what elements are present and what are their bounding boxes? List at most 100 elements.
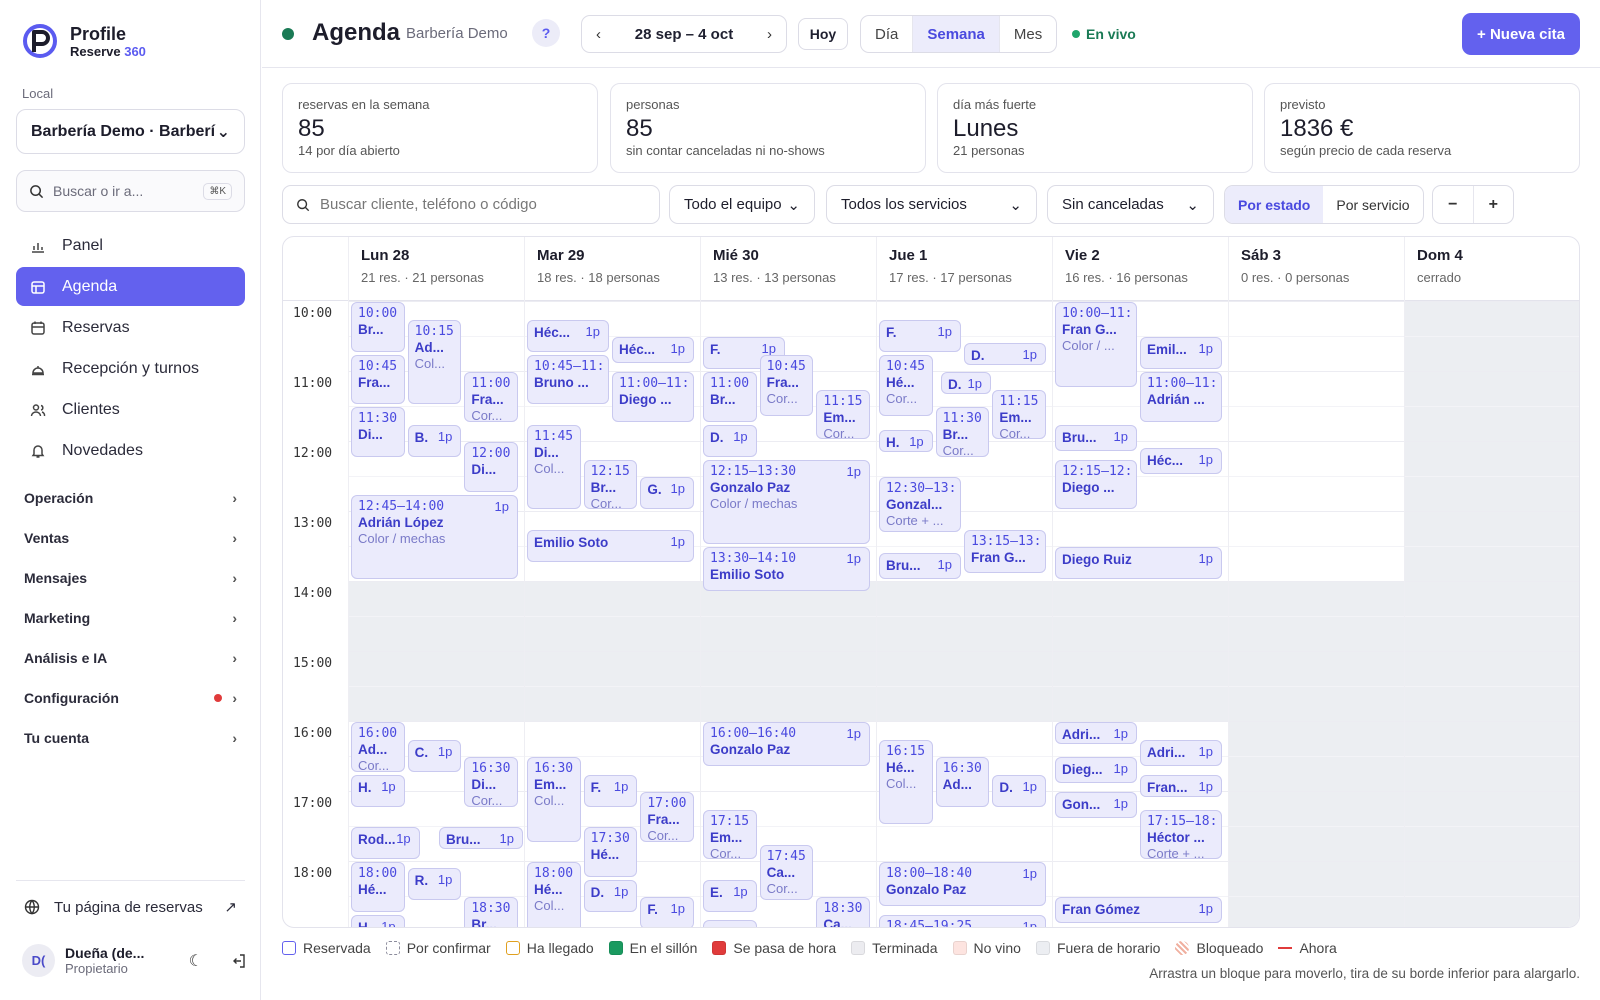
- appointment-block[interactable]: H. 1p: [351, 774, 405, 807]
- appointment-block[interactable]: R. 1p: [407, 867, 462, 900]
- appointment-block[interactable]: D. 1p: [992, 774, 1046, 807]
- group-mensajes[interactable]: Mensajes ›: [16, 558, 245, 598]
- day-header[interactable]: Mié 30 13 res. · 13 personas: [700, 237, 876, 301]
- appointment-block[interactable]: D. 1p: [703, 424, 757, 457]
- day-header[interactable]: Mar 29 18 res. · 18 personas: [524, 237, 700, 301]
- appointment-block[interactable]: 17:00 Fra... Cor...: [640, 792, 694, 842]
- appointment-block[interactable]: Adri... 1p: [1055, 722, 1137, 744]
- day-header[interactable]: Dom 4 cerrado: [1404, 237, 1579, 301]
- appointment-block[interactable]: 12:15 Br... Cor...: [583, 459, 638, 509]
- appointment-block[interactable]: F.1p: [583, 774, 638, 807]
- appointment-block[interactable]: 17:30 Hé...: [583, 827, 638, 877]
- by-status-button[interactable]: Por estado: [1225, 186, 1324, 223]
- appointment-block[interactable]: 16:00 Ad... Cor...: [351, 722, 405, 772]
- appointment-block[interactable]: 18:00 Hé... Col...: [527, 862, 581, 927]
- appointment-block[interactable]: Bru... 1p: [879, 552, 961, 579]
- appointment-block[interactable]: Gon... 1p: [1055, 792, 1137, 819]
- appointment-block[interactable]: Fran... 1p: [1140, 774, 1222, 797]
- appointment-block[interactable]: Fran Gómez 1p: [1055, 897, 1222, 924]
- sidebar-item-recepcion[interactable]: Recepción y turnos: [16, 349, 245, 388]
- appointment-block[interactable]: 10:45 Fra... Cor...: [759, 354, 814, 416]
- appointment-block[interactable]: F.1p: [640, 897, 694, 927]
- group-operacion[interactable]: Operación ›: [16, 478, 245, 518]
- appointment-block[interactable]: Emil... 1p: [1140, 337, 1222, 369]
- appointment-block[interactable]: Rod... 1p: [351, 827, 420, 859]
- zoom-out-button[interactable]: −: [1433, 186, 1474, 223]
- day-header[interactable]: Jue 1 17 res. · 17 personas: [876, 237, 1052, 301]
- group-configuracion[interactable]: Configuración ›: [16, 678, 245, 718]
- appointment-block[interactable]: D. 1p: [941, 372, 991, 394]
- appointment-block[interactable]: 11:15 Em... Cor...: [992, 389, 1046, 439]
- services-select[interactable]: Todos los servicios ⌄: [826, 185, 1037, 224]
- view-month[interactable]: Mes: [1000, 16, 1056, 52]
- appointment-block[interactable]: 16:30 Em... Col...: [527, 757, 581, 842]
- appointment-block[interactable]: 10:00 Br...: [351, 302, 405, 352]
- appointment-block[interactable]: Bru... 1p: [439, 827, 523, 849]
- zoom-in-button[interactable]: +: [1474, 186, 1514, 223]
- appointment-block[interactable]: 18:30 Br...: [464, 897, 518, 927]
- logout-icon[interactable]: [231, 953, 247, 969]
- appointment-block[interactable]: 12:15–13:30 Gonzalo Paz Color / mechas 1p: [703, 459, 870, 544]
- appointment-block[interactable]: Adri... 1p: [1140, 739, 1222, 766]
- appointment-block[interactable]: F.1p: [879, 319, 961, 352]
- appointment-block[interactable]: 17:15–18: Héctor ... Corte + ...: [1140, 809, 1222, 859]
- appointment-block[interactable]: H. 1p: [351, 914, 405, 927]
- prev-week-button[interactable]: ‹: [596, 26, 601, 43]
- sidebar-item-panel[interactable]: Panel: [16, 226, 245, 265]
- appointment-block[interactable]: 18:00–18:40 Gonzalo Paz 1p: [879, 862, 1046, 906]
- group-tu-cuenta[interactable]: Tu cuenta ›: [16, 718, 245, 758]
- appointment-block[interactable]: 10:45–11: Bruno ...: [527, 354, 609, 404]
- appointment-block[interactable]: 12:00 Di...: [464, 442, 518, 492]
- sidebar-item-agenda[interactable]: Agenda: [16, 267, 245, 306]
- appointment-block[interactable]: 10:45 Fra...: [351, 354, 405, 404]
- appointment-block[interactable]: 11:45 Di... Col...: [527, 424, 581, 509]
- appointment-block[interactable]: Bru... 1p: [1055, 424, 1137, 451]
- appointment-block[interactable]: 10:00–11: Fran G... Color / ...: [1055, 302, 1137, 387]
- sidebar-search[interactable]: Buscar o ir a... ⌘K: [16, 170, 245, 212]
- sidebar-item-reservas[interactable]: Reservas: [16, 308, 245, 347]
- appointment-block[interactable]: 16:30 Di... Cor...: [464, 757, 518, 807]
- appointment-block[interactable]: 17:45 Ca... Cor...: [759, 844, 814, 900]
- appointment-block[interactable]: 10:45 Hé... Cor...: [879, 354, 933, 416]
- appointment-block[interactable]: 18:00 Hé...: [351, 862, 405, 912]
- appointment-block[interactable]: 16:00–16:40 Gonzalo Paz 1p: [703, 722, 870, 766]
- team-select[interactable]: Todo el equipo ⌄: [669, 185, 815, 224]
- brand[interactable]: Profile Reserve 360: [22, 22, 146, 60]
- client-search-input[interactable]: Buscar cliente, teléfono o código: [282, 185, 660, 224]
- next-week-button[interactable]: ›: [767, 26, 772, 43]
- appointment-block[interactable]: 12:45–14:00 Adrián López Color / mechas 1p: [351, 494, 518, 579]
- appointment-block[interactable]: 16:30 Ad...: [935, 757, 990, 807]
- moon-icon[interactable]: ☾: [189, 951, 203, 971]
- appointment-block[interactable]: 18:45–19:25 1p: [879, 914, 1046, 927]
- day-header[interactable]: Sáb 3 0 res. · 0 personas: [1228, 237, 1404, 301]
- appointment-block[interactable]: 16:15 Hé... Col...: [879, 739, 933, 824]
- appointment-block[interactable]: 11:00 Br...: [703, 372, 757, 422]
- group-marketing[interactable]: Marketing ›: [16, 598, 245, 638]
- appointment-block[interactable]: 11:00–11: Adrián ...: [1140, 372, 1222, 422]
- cancel-filter-select[interactable]: Sin canceladas ⌄: [1047, 185, 1214, 224]
- appointment-block[interactable]: C. 1p: [407, 739, 462, 772]
- appointment-block[interactable]: 11:00 Fra... Cor...: [464, 372, 518, 422]
- local-select[interactable]: Barbería Demo · Barberí ⌄: [16, 109, 245, 154]
- avatar[interactable]: D(: [22, 944, 55, 977]
- appointment-block[interactable]: H. 1p: [879, 430, 933, 453]
- by-service-button[interactable]: Por servicio: [1323, 186, 1422, 223]
- appointment-block[interactable]: E. 1p: [703, 879, 757, 912]
- appointment-block[interactable]: Emilio Soto 1p: [527, 529, 694, 562]
- day-header[interactable]: Vie 2 16 res. · 16 personas: [1052, 237, 1228, 301]
- appointment-block[interactable]: 18:30 Ca...: [816, 897, 870, 927]
- group-ventas[interactable]: Ventas ›: [16, 518, 245, 558]
- today-button[interactable]: Hoy: [798, 18, 848, 50]
- appointment-block[interactable]: Héc... 1p: [1140, 447, 1222, 474]
- appointment-block[interactable]: B. 1p: [407, 424, 462, 457]
- appointment-block[interactable]: Dieg... 1p: [1055, 757, 1137, 784]
- appointment-block[interactable]: 10:15 Ad... Col...: [407, 319, 462, 404]
- public-page-link[interactable]: Tu página de reservas ↗: [16, 895, 245, 919]
- appointment-block[interactable]: 11:30 Br... Cor...: [935, 407, 990, 457]
- appointment-block[interactable]: 11:00–11: Diego ...: [612, 372, 694, 422]
- appointment-block[interactable]: G. 1p: [640, 477, 694, 509]
- new-appointment-button[interactable]: + Nueva cita: [1462, 13, 1580, 55]
- appointment-block[interactable]: 13:30–14:10 Emilio Soto 1p: [703, 547, 870, 591]
- view-week[interactable]: Semana: [913, 16, 1000, 52]
- appointment-block[interactable]: 13:15–13: Fran G...: [964, 529, 1046, 574]
